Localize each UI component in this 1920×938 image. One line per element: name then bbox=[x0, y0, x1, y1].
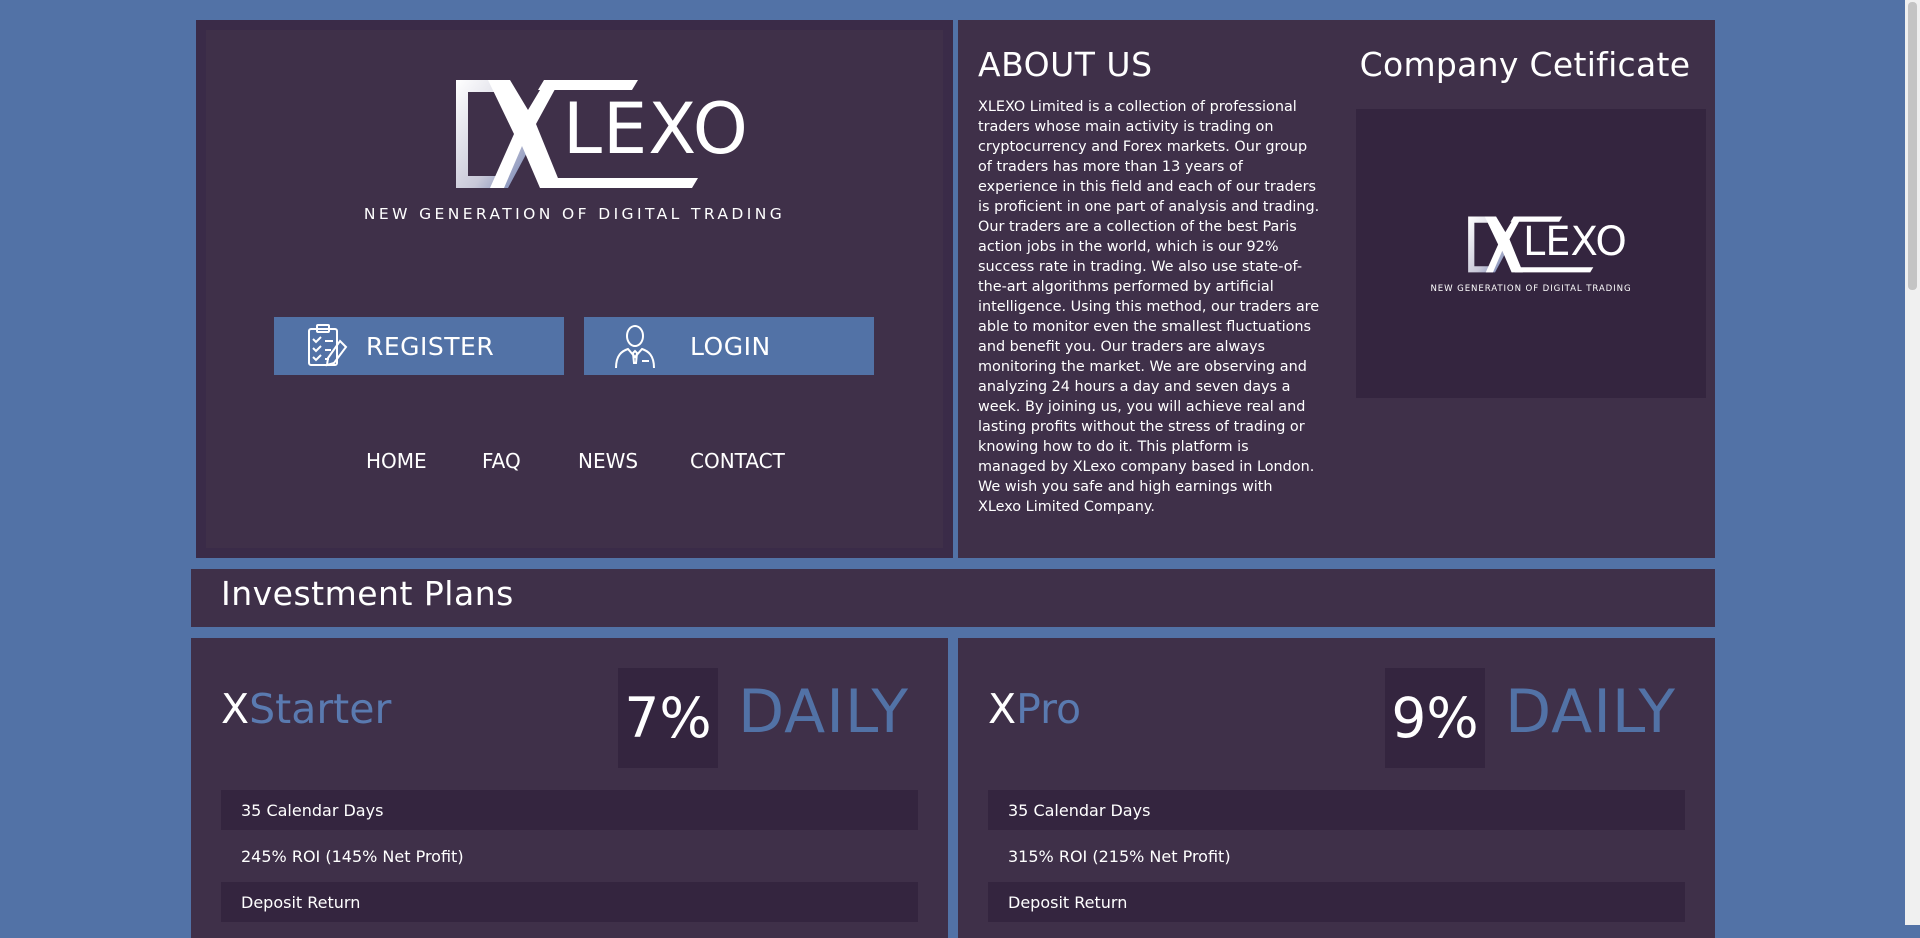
plan-detail-row: 35 Calendar Days bbox=[988, 790, 1685, 830]
plan-name-starter: XStarter bbox=[221, 685, 391, 733]
plan-period-pro: DAILY bbox=[1505, 677, 1676, 747]
certificate-title: Company Cetificate bbox=[1359, 45, 1691, 84]
plan-detail-row: 35 Calendar Days bbox=[221, 790, 918, 830]
hero-tagline: NEW GENERATION OF DIGITAL TRADING bbox=[363, 205, 786, 223]
logo-wordmark: LEXO bbox=[563, 88, 749, 170]
about-text: XLEXO Limited is a collection of profess… bbox=[978, 97, 1320, 517]
nav-faq[interactable]: FAQ bbox=[482, 449, 521, 473]
plan-name-rest: Pro bbox=[1016, 685, 1082, 733]
register-label: REGISTER bbox=[366, 331, 495, 361]
login-label: LOGIN bbox=[690, 331, 771, 361]
plan-detail-row: 315% ROI (215% Net Profit) bbox=[1008, 846, 1231, 866]
plan-name-pro: XPro bbox=[988, 685, 1081, 733]
plan-details-pro: 35 Calendar Days 315% ROI (215% Net Prof… bbox=[988, 790, 1685, 922]
plan-details-starter: 35 Calendar Days 245% ROI (145% Net Prof… bbox=[221, 790, 918, 922]
certificate-logo-wordmark: LEXO bbox=[1523, 219, 1627, 265]
plan-detail-row: 245% ROI (145% Net Profit) bbox=[241, 846, 464, 866]
login-button[interactable]: LOGIN bbox=[584, 317, 874, 375]
about-title: ABOUT US bbox=[978, 45, 1153, 84]
plan-percent-starter: 7% bbox=[618, 668, 718, 768]
plan-detail-row: Deposit Return bbox=[988, 882, 1685, 922]
plan-name-prefix: X bbox=[221, 685, 250, 733]
plan-period-starter: DAILY bbox=[738, 677, 909, 747]
plan-name-prefix: X bbox=[988, 685, 1017, 733]
main-nav: HOME FAQ NEWS CONTACT bbox=[206, 449, 943, 477]
about-paragraph: XLEXO Limited is a collection of profess… bbox=[978, 99, 1320, 475]
clipboard-checklist-icon bbox=[308, 324, 348, 367]
businessman-icon bbox=[615, 325, 655, 369]
plan-percent-pro: 9% bbox=[1385, 668, 1485, 768]
nav-home[interactable]: HOME bbox=[366, 449, 427, 473]
plan-name-rest: Starter bbox=[249, 685, 392, 733]
plan-detail-row: Deposit Return bbox=[221, 882, 918, 922]
nav-news[interactable]: NEWS bbox=[578, 449, 638, 473]
about-closing: We wish you safe and high earnings with … bbox=[978, 479, 1273, 515]
register-button[interactable]: REGISTER bbox=[274, 317, 564, 375]
investment-plans-title: Investment Plans bbox=[221, 574, 514, 613]
nav-contact[interactable]: CONTACT bbox=[690, 449, 785, 473]
page-scrollbar-thumb[interactable] bbox=[1908, 2, 1917, 290]
certificate-tagline: NEW GENERATION OF DIGITAL TRADING bbox=[1430, 284, 1632, 294]
